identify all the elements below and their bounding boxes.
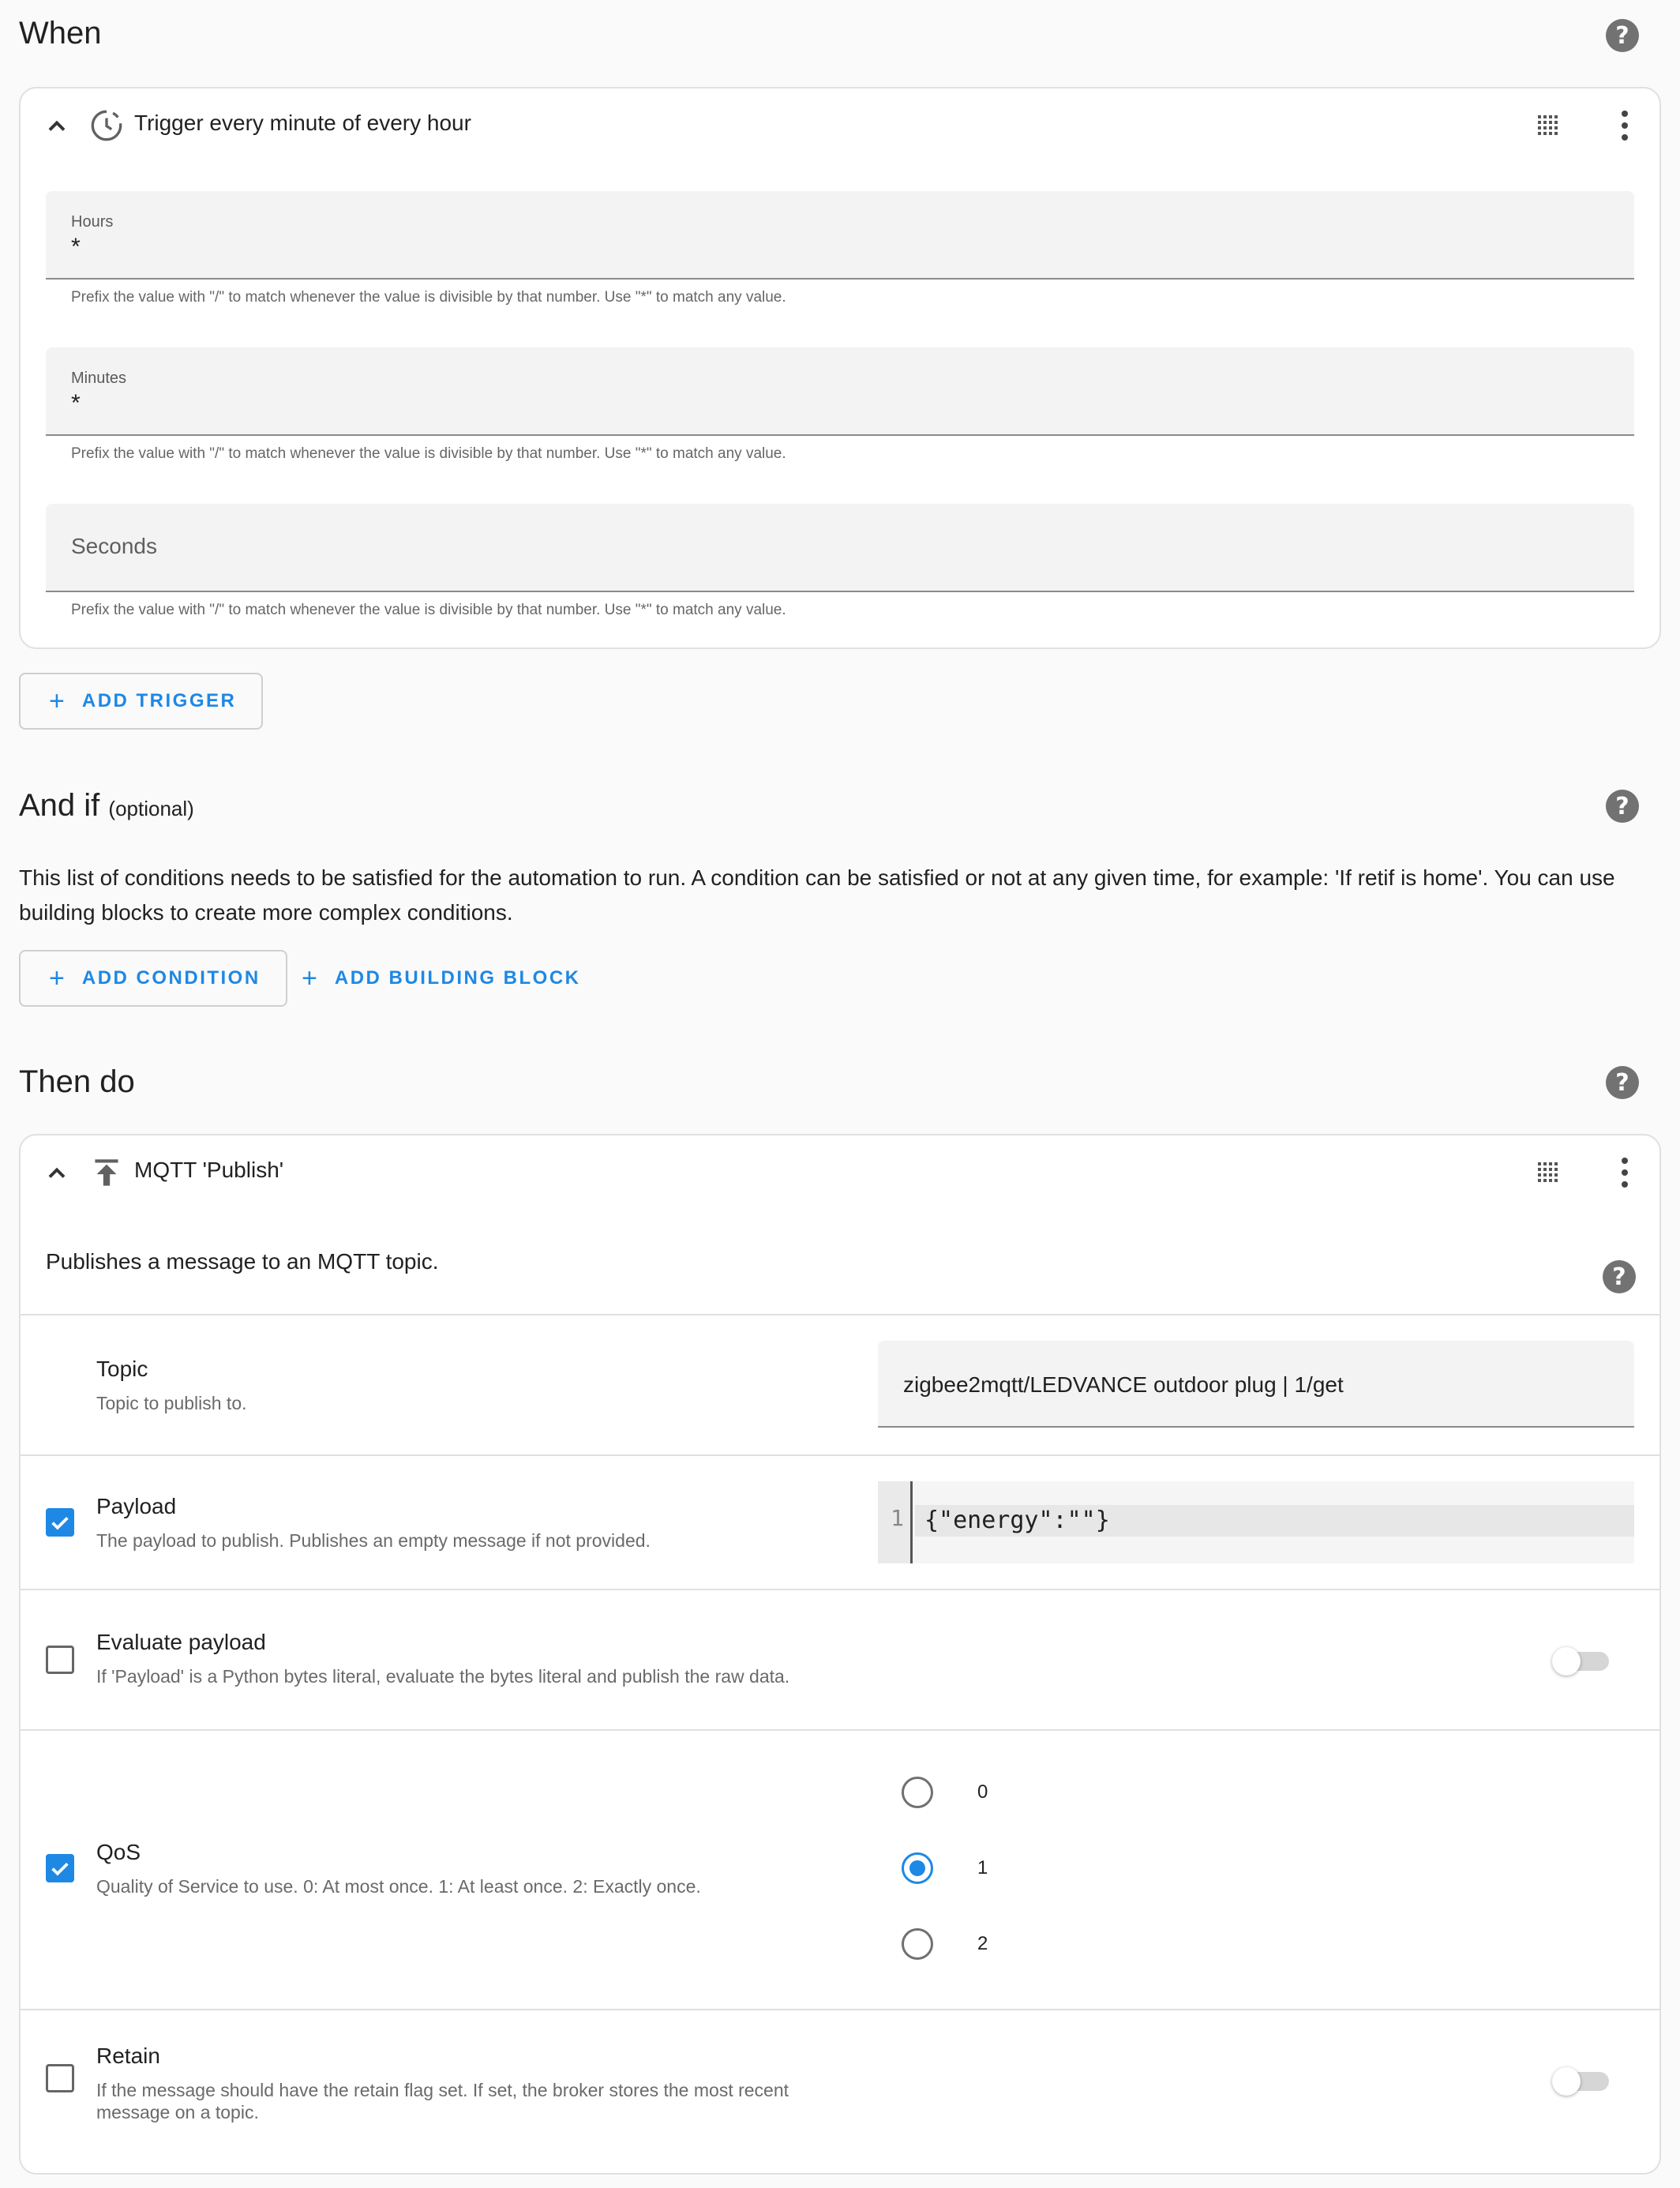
chevron-up-icon[interactable] [43, 112, 71, 141]
evaluate-payload-desc: If 'Payload' is a Python bytes literal, … [96, 1666, 790, 1687]
topic-label: Topic [96, 1357, 148, 1381]
qos-checkbox[interactable] [46, 1854, 74, 1882]
and-if-help-icon[interactable]: ? [1606, 790, 1639, 823]
action-title: MQTT 'Publish' [134, 1158, 284, 1182]
qos-radio-1[interactable] [902, 1852, 933, 1884]
trigger-card: Trigger every minute of every hour Hours… [19, 87, 1661, 649]
retain-desc-line2: message on a topic. [96, 2102, 259, 2122]
line-number: 1 [891, 1505, 904, 1531]
seconds-field[interactable]: Seconds [46, 504, 1634, 592]
minutes-hint: Prefix the value with "/" to match whene… [71, 445, 786, 462]
payload-desc: The payload to publish. Publishes an emp… [96, 1530, 651, 1551]
more-vertical-icon[interactable] [1620, 1158, 1629, 1188]
more-vertical-icon[interactable] [1620, 111, 1629, 141]
then-do-title: Then do [19, 1064, 135, 1099]
hours-value: * [71, 234, 81, 260]
add-condition-label: ADD CONDITION [81, 967, 261, 989]
action-card-header[interactable]: MQTT 'Publish' [21, 1135, 1659, 1211]
evaluate-payload-toggle[interactable] [1552, 1641, 1612, 1679]
divider [21, 1454, 1659, 1456]
minutes-value: * [71, 390, 81, 416]
retain-label: Retain [96, 2044, 160, 2068]
minutes-label: Minutes [71, 370, 127, 387]
hours-field[interactable]: Hours * [46, 191, 1634, 280]
plus-icon: + [302, 963, 317, 993]
when-title: When [19, 16, 102, 51]
hours-hint: Prefix the value with "/" to match whene… [71, 289, 786, 306]
action-description: Publishes a message to an MQTT topic. [46, 1249, 439, 1274]
payload-checkbox[interactable] [46, 1508, 74, 1537]
hours-label: Hours [71, 213, 114, 231]
when-help-icon[interactable]: ? [1606, 19, 1639, 52]
payload-code: {"energy":""} [924, 1507, 1110, 1534]
payload-code-editor[interactable]: 1 {"energy":""} [878, 1481, 1634, 1563]
qos-label: QoS [96, 1840, 141, 1864]
divider [21, 2009, 1659, 2010]
timer-clock-icon [91, 110, 122, 141]
add-building-block-button[interactable]: + ADD BUILDING BLOCK [302, 950, 581, 1007]
code-gutter: 1 [878, 1481, 913, 1563]
action-card: MQTT 'Publish' Publishes a message to an… [19, 1134, 1661, 2175]
divider [21, 1314, 1659, 1315]
evaluate-payload-label: Evaluate payload [96, 1630, 266, 1654]
and-if-title: And if (optional) [19, 788, 194, 824]
plus-icon: + [49, 963, 65, 993]
retain-checkbox[interactable] [46, 2064, 74, 2092]
seconds-placeholder: Seconds [71, 534, 157, 558]
payload-label: Payload [96, 1494, 177, 1518]
conditions-description: This list of conditions needs to be sati… [19, 865, 1615, 925]
evaluate-payload-checkbox[interactable] [46, 1646, 74, 1674]
add-trigger-button[interactable]: + ADD TRIGGER [19, 673, 264, 730]
add-building-block-label: ADD BUILDING BLOCK [334, 967, 581, 989]
and-if-title-text: And if [19, 788, 100, 823]
code-line[interactable]: {"energy":""} [915, 1505, 1634, 1537]
retain-desc-line1: If the message should have the retain fl… [96, 2080, 789, 2100]
qos-radio-0[interactable] [902, 1777, 933, 1808]
topic-input[interactable]: zigbee2mqtt/LEDVANCE outdoor plug | 1/ge… [878, 1341, 1634, 1428]
optional-label: (optional) [108, 797, 194, 820]
qos-radio-2-label: 2 [977, 1933, 988, 1954]
publish-upload-icon [95, 1159, 118, 1186]
divider [21, 1729, 1659, 1731]
seconds-hint: Prefix the value with "/" to match whene… [71, 602, 786, 618]
qos-radio-2[interactable] [902, 1928, 933, 1960]
add-condition-button[interactable]: + ADD CONDITION [19, 950, 287, 1007]
topic-desc: Topic to publish to. [96, 1393, 247, 1413]
qos-radio-1-label: 1 [977, 1857, 988, 1878]
topic-value: zigbee2mqtt/LEDVANCE outdoor plug | 1/ge… [903, 1372, 1344, 1397]
chevron-up-icon[interactable] [43, 1159, 71, 1188]
divider [21, 1589, 1659, 1590]
minutes-field[interactable]: Minutes * [46, 347, 1634, 436]
plus-icon: + [49, 685, 65, 716]
action-help-icon[interactable]: ? [1603, 1260, 1636, 1293]
qos-desc: Quality of Service to use. 0: At most on… [96, 1876, 701, 1897]
retain-toggle[interactable] [1552, 2061, 1612, 2099]
trigger-title: Trigger every minute of every hour [134, 111, 471, 135]
trigger-card-header[interactable]: Trigger every minute of every hour [21, 88, 1659, 164]
add-trigger-label: ADD TRIGGER [81, 690, 237, 711]
qos-radio-0-label: 0 [977, 1781, 988, 1803]
drag-grid-icon[interactable] [1536, 114, 1558, 136]
then-do-help-icon[interactable]: ? [1606, 1066, 1639, 1099]
drag-grid-icon[interactable] [1536, 1161, 1558, 1183]
